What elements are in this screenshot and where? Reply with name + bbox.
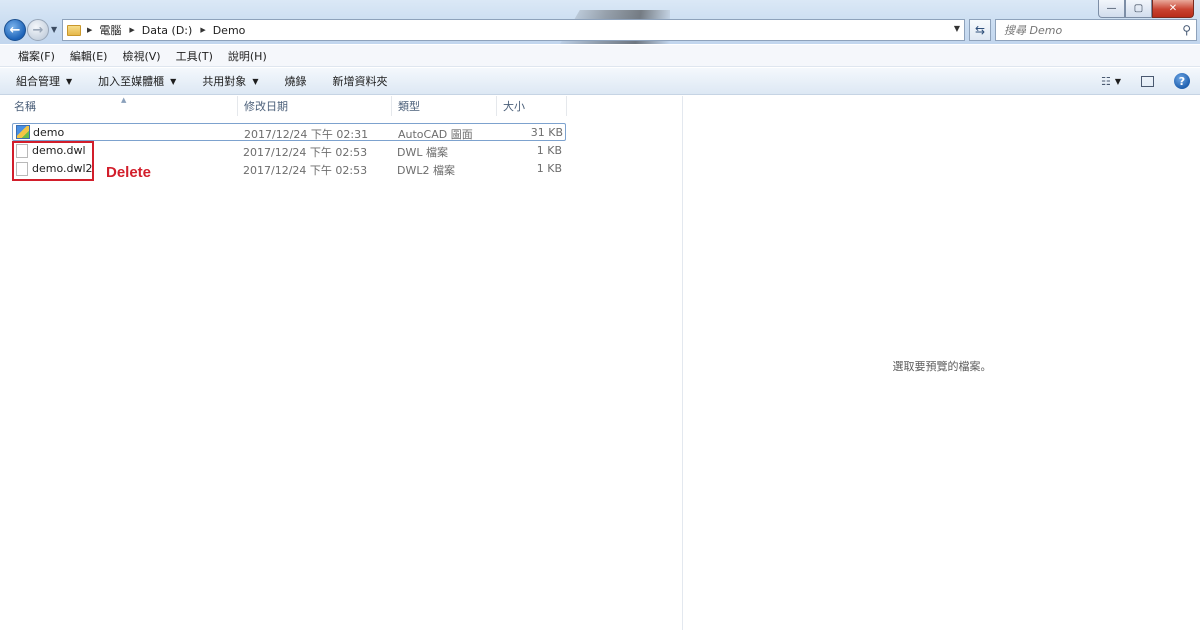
command-bar: 組合管理 ▼ 加入至媒體櫃 ▼ 共用對象 ▼ 燒錄 新增資料夾 ☷ ▼ ? [0,68,1200,95]
breadcrumb-computer[interactable]: 電腦 [99,22,121,38]
menu-file[interactable]: 檔案(F) [18,48,55,64]
breadcrumb-folder[interactable]: Demo [213,24,246,37]
autocad-drawing-icon [16,125,30,139]
preview-pane-toggle-icon[interactable] [1141,75,1154,87]
file-type: AutoCAD 圖面 [398,128,473,141]
file-date: 2017/12/24 下午 02:53 [243,146,368,159]
file-size: 1 KB [536,162,562,175]
address-dropdown-icon[interactable]: ▼ [954,24,960,33]
file-row[interactable]: demo.dwl 2017/12/24 下午 02:53 DWL 檔案 1 KB [12,142,566,160]
column-header-date[interactable]: 修改日期 [238,96,392,116]
menu-edit[interactable]: 編輯(E) [70,48,108,64]
annotation-highlight-box [12,141,94,181]
search-box[interactable]: ⚲ [995,19,1197,41]
add-to-library-button[interactable]: 加入至媒體櫃 ▼ [98,73,176,89]
menu-tools[interactable]: 工具(T) [176,48,213,64]
breadcrumb-drive[interactable]: Data (D:) [142,24,193,37]
file-date: 2017/12/24 下午 02:31 [244,128,369,141]
refresh-button[interactable]: ⇆ [969,19,991,41]
file-size: 31 KB [530,126,563,139]
file-list-pane: 名稱 ▲ 修改日期 類型 大小 demo 2017/12/24 下午 02:31… [0,96,683,630]
column-type-label: 類型 [398,100,420,113]
column-header-type[interactable]: 類型 [392,96,497,116]
file-row[interactable]: demo.dwl2 2017/12/24 下午 02:53 DWL2 檔案 1 … [12,160,566,178]
file-date: 2017/12/24 下午 02:53 [243,164,368,177]
window-controls: — ▢ ✕ [1098,0,1194,18]
menu-bar: 檔案(F) 編輯(E) 檢視(V) 工具(T) 說明(H) [0,45,1200,67]
organize-label: 組合管理 [16,75,60,88]
file-row[interactable]: demo 2017/12/24 下午 02:31 AutoCAD 圖面 31 K… [12,123,566,141]
annotation-label: Delete [106,164,152,181]
menu-view[interactable]: 檢視(V) [122,48,160,64]
arrow-left-icon: ← [9,22,21,38]
chevron-down-icon[interactable]: ▼ [1115,77,1121,86]
sort-ascending-icon: ▲ [121,96,127,104]
search-input[interactable] [1004,23,1169,37]
chevron-right-icon[interactable]: ▶ [129,26,134,34]
maximize-button[interactable]: ▢ [1125,0,1152,18]
help-icon[interactable]: ? [1174,73,1190,89]
recent-pages-dropdown[interactable]: ▼ [51,25,57,34]
file-type: DWL 檔案 [397,146,448,159]
file-size: 1 KB [536,144,562,157]
back-button[interactable]: ← [4,19,26,41]
chevron-down-icon: ▼ [170,76,177,86]
burn-button[interactable]: 燒錄 [284,73,306,89]
file-name: demo [33,126,65,139]
chevron-right-icon[interactable]: ▶ [200,26,205,34]
share-with-button[interactable]: 共用對象 ▼ [202,73,258,89]
forward-button[interactable]: → [27,19,49,41]
refresh-icon: ⇆ [974,23,986,37]
arrow-right-icon: → [32,22,44,38]
folder-icon [67,24,81,36]
file-type: DWL2 檔案 [397,164,455,177]
share-with-label: 共用對象 [202,75,247,88]
menu-help[interactable]: 說明(H) [228,48,267,64]
new-folder-button[interactable]: 新增資料夾 [332,73,387,89]
search-icon[interactable]: ⚲ [1182,23,1191,37]
column-header-size[interactable]: 大小 [497,96,567,116]
column-date-label: 修改日期 [244,100,288,113]
chevron-right-icon[interactable]: ▶ [87,26,92,34]
column-size-label: 大小 [503,100,525,113]
view-controls: ☷ ▼ ? [1101,73,1190,89]
column-name-label: 名稱 [14,100,36,113]
preview-pane: 選取要預覽的檔案。 [684,96,1200,630]
add-to-library-label: 加入至媒體櫃 [98,75,165,88]
address-bar[interactable]: ▶ 電腦 ▶ Data (D:) ▶ Demo ▼ [62,19,965,41]
view-options-icon[interactable]: ☷ [1101,75,1111,88]
minimize-button[interactable]: — [1098,0,1125,18]
organize-button[interactable]: 組合管理 ▼ [16,73,72,89]
chevron-down-icon: ▼ [66,76,73,86]
close-button[interactable]: ✕ [1152,0,1194,18]
preview-message: 選取要預覽的檔案。 [892,360,992,373]
chevron-down-icon: ▼ [252,76,259,86]
